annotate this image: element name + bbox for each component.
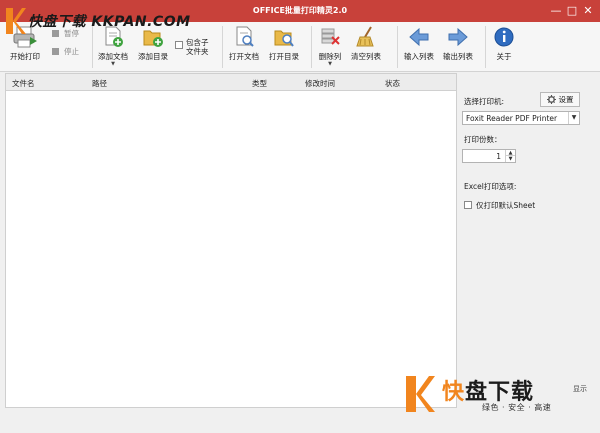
- dropdown-arrow-icon[interactable]: ▼: [328, 62, 332, 67]
- maximize-button[interactable]: □: [564, 3, 580, 19]
- add-dir-label: 添加目录: [138, 52, 168, 61]
- close-button[interactable]: ✕: [580, 3, 596, 19]
- toolbar-separator: [311, 26, 312, 68]
- column-header-modified[interactable]: 修改时间: [305, 78, 335, 89]
- broom-icon: [356, 26, 374, 47]
- about-button[interactable]: 关于: [489, 22, 519, 70]
- open-document-icon: [236, 26, 254, 47]
- excel-default-sheet-checkbox[interactable]: [464, 201, 472, 209]
- watermark-subtitle: 绿色 · 安全 · 高速: [482, 403, 552, 412]
- column-header-status[interactable]: 状态: [385, 78, 400, 89]
- select-printer-label: 选择打印机:: [464, 97, 505, 106]
- open-doc-button[interactable]: 打开文档: [226, 22, 262, 70]
- open-doc-label: 打开文档: [229, 52, 259, 61]
- setup-label: 设置: [558, 95, 574, 104]
- open-dir-label: 打开目录: [269, 52, 299, 61]
- include-subfolders-label-1: 包含子: [186, 38, 209, 47]
- stop-label: 停止: [64, 47, 79, 56]
- open-dir-button[interactable]: 打开目录: [266, 22, 302, 70]
- toolbar-separator: [485, 26, 486, 68]
- arrow-right-icon: [448, 27, 468, 47]
- copies-value: 1: [496, 152, 501, 161]
- list-header: 文件名 路径 类型 修改时间 状态: [6, 74, 456, 91]
- column-header-path[interactable]: 路径: [92, 78, 107, 89]
- dropdown-arrow-icon[interactable]: ▼: [111, 62, 115, 67]
- kkpan-watermark-logo-icon: [406, 376, 435, 412]
- logo-text: 快盘下载 KKPAN.COM: [28, 14, 191, 30]
- gear-icon: [546, 95, 556, 104]
- delete-col-button[interactable]: 删除列 ▼: [315, 22, 345, 70]
- column-header-filename[interactable]: 文件名: [12, 78, 35, 89]
- watermark-extra-text: 显示: [573, 385, 587, 393]
- watermark-title-first: 快: [442, 380, 466, 405]
- export-list-label: 输出列表: [443, 52, 473, 61]
- minimize-button[interactable]: —: [548, 3, 564, 19]
- watermark: 快盘下载 绿色 · 安全 · 高速 显示: [404, 374, 594, 418]
- include-subfolders-checkbox[interactable]: [175, 41, 183, 49]
- about-label: 关于: [496, 52, 512, 61]
- printer-setup-button[interactable]: 设置: [540, 92, 580, 107]
- copies-label: 打印份数：: [464, 135, 502, 144]
- copies-stepper[interactable]: 1 ▲ ▼: [462, 149, 516, 163]
- open-folder-icon: [274, 30, 294, 47]
- import-list-label: 输入列表: [404, 52, 434, 61]
- printer-select-value: Foxit Reader PDF Printer: [466, 114, 558, 123]
- excel-options-label: Excel打印选项:: [464, 182, 517, 191]
- stop-icon: [52, 48, 59, 55]
- info-icon: [494, 27, 514, 47]
- export-list-button[interactable]: 输出列表: [440, 22, 476, 70]
- stop-button[interactable]: 停止: [52, 46, 79, 57]
- import-list-button[interactable]: 输入列表: [401, 22, 437, 70]
- delete-column-icon: [321, 28, 340, 45]
- excel-default-sheet-label: 仅打印默认Sheet: [476, 201, 536, 210]
- include-subfolders-label-2: 文件夹: [186, 47, 209, 56]
- stepper-down-icon[interactable]: ▼: [505, 156, 515, 162]
- printer-select[interactable]: Foxit Reader PDF Printer ▼: [462, 111, 580, 125]
- arrow-left-icon: [409, 27, 429, 47]
- column-header-type[interactable]: 类型: [252, 78, 267, 89]
- clear-list-label: 清空列表: [351, 52, 381, 61]
- kkpan-logo-icon: [6, 8, 26, 34]
- file-list[interactable]: 文件名 路径 类型 修改时间 状态: [5, 73, 457, 408]
- toolbar-separator: [397, 26, 398, 68]
- logo: 快盘下载 KKPAN.COM: [4, 6, 191, 36]
- clear-list-button[interactable]: 清空列表: [348, 22, 384, 70]
- toolbar-separator: [222, 26, 223, 68]
- chevron-down-icon[interactable]: ▼: [568, 112, 579, 124]
- start-print-label: 开始打印: [10, 52, 40, 61]
